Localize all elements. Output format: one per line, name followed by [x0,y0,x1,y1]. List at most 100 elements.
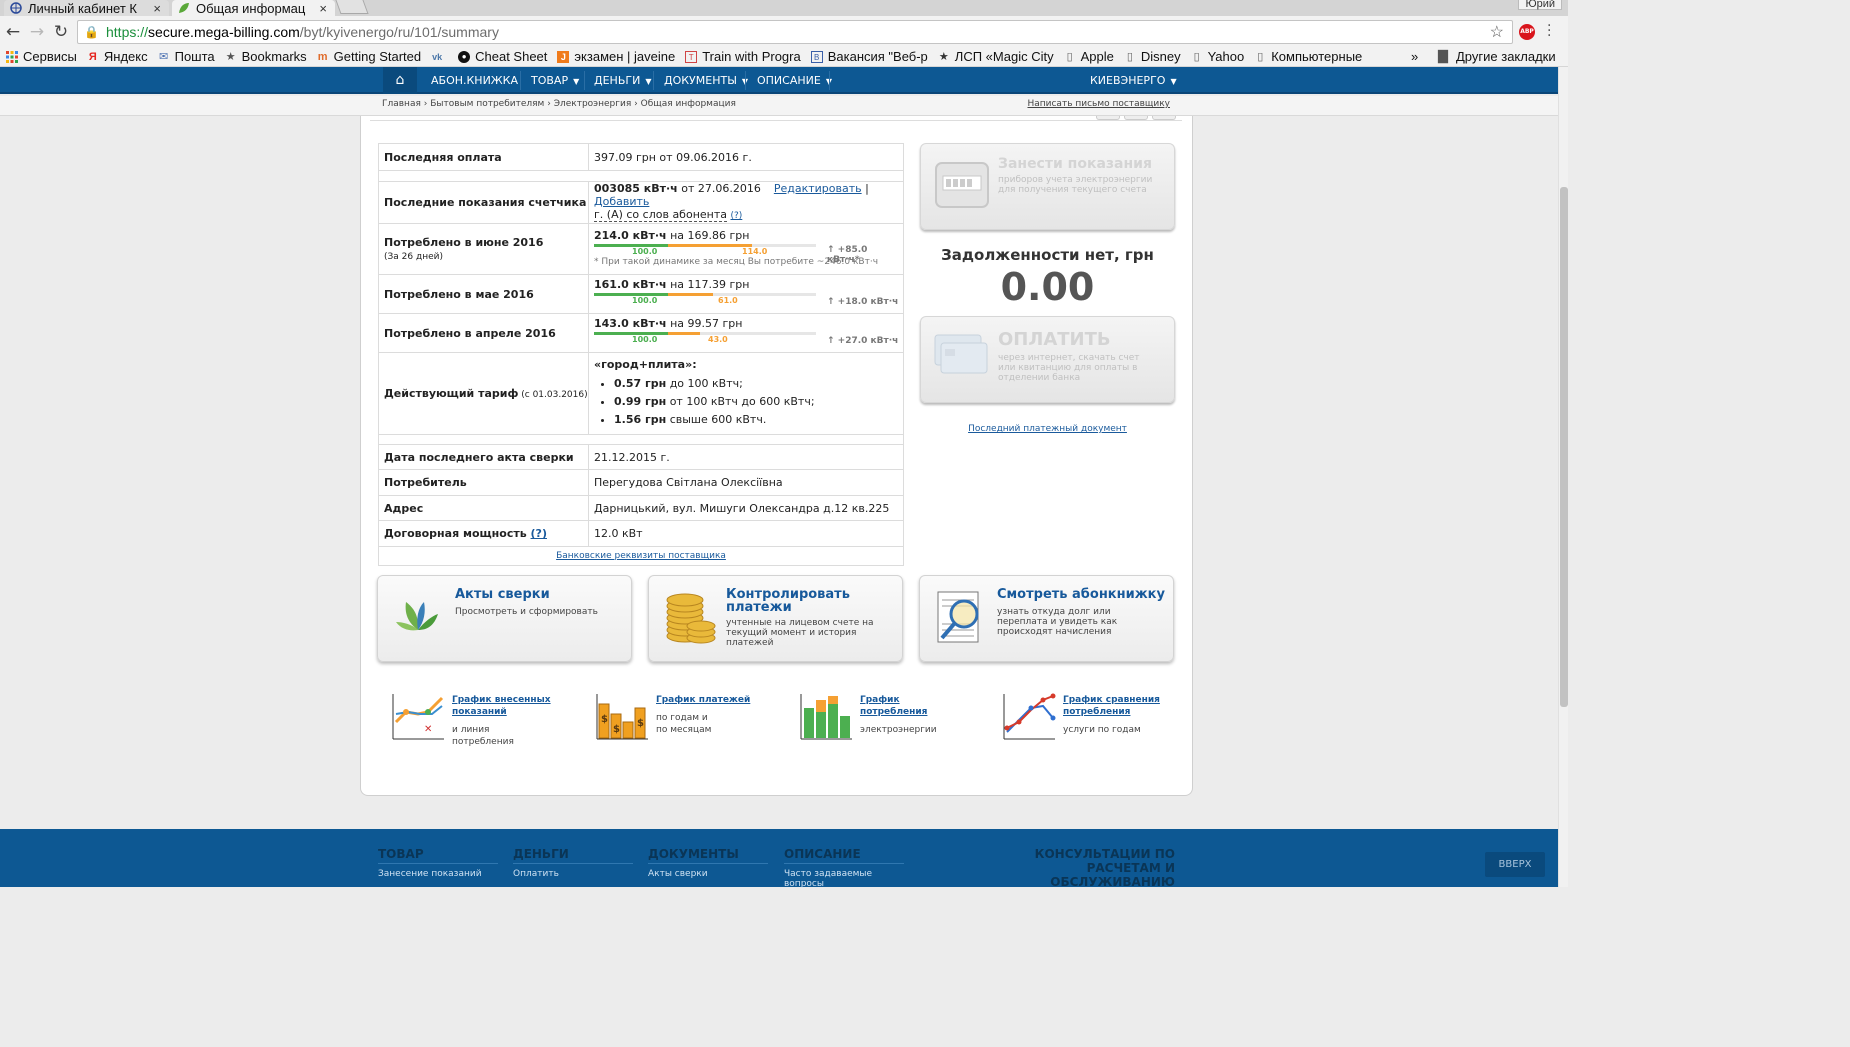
bookmark-getting-started[interactable]: m Getting Started [317,49,421,64]
bookmark-disney[interactable]: ▯ Disney [1124,49,1181,64]
list-item: 0.99 грн от 100 кВтч до 600 кВтч; [614,393,903,411]
breadcrumb-home[interactable]: Главная [382,99,421,109]
tab-title: Общая информац [196,0,306,16]
nav-divider [745,71,746,90]
browser-tab-summary[interactable]: Общая информац × [172,0,335,16]
forward-arrow-icon[interactable]: → [26,22,48,42]
spacer-cell [378,170,904,182]
nav-abon-book[interactable]: АБОН.КНИЖКА [431,67,518,94]
page-scrollbar[interactable] [1558,67,1568,887]
bar-orange-label: 43.0 [708,335,728,344]
graph-payments-link[interactable]: $ $ $ График платежей по годам и по месяца… [594,692,774,748]
breadcrumb-bar: Главная › Бытовым потребителям › Электро… [0,96,1558,116]
bookmark-yahoo[interactable]: ▯ Yahoo [1191,49,1245,64]
footer-link[interactable]: Занесение показаний [378,869,498,879]
graph-link-desc: услуги по годам [1063,725,1141,735]
bookmarks-overflow-button[interactable]: » [1411,49,1418,64]
consumption-delta: ↑ +85.0 кВт·ч* [827,245,868,265]
bookmark-label: Yahoo [1207,49,1245,64]
scroll-to-top-button[interactable]: ВВЕРХ [1485,852,1545,877]
address-bar[interactable]: 🔒 https://secure.mega-billing.com/byt/ky… [77,20,1513,44]
tile-payments[interactable]: Контролировать платежи учтенные на лицев… [648,575,903,662]
tile-abon-book[interactable]: Смотреть абонкнижку узнать откуда долг и… [919,575,1174,662]
last-reading-cell: 003085 кВт·ч от 27.06.2016 Редактировать… [588,181,904,224]
footer-link[interactable]: Акты сверки [648,869,768,879]
tile-desc: узнать откуда долг или переплата и увиде… [997,607,1118,637]
nav-documents[interactable]: ДОКУМЕНТЫ▼ [664,67,748,94]
nav-provider[interactable]: КИЕВЭНЕРГО ▼ [1090,67,1177,94]
add-reading-link[interactable]: Добавить [594,195,649,208]
tile-title: Контролировать платежи [726,587,850,615]
breadcrumb-household[interactable]: Бытовым потребителям [430,99,544,109]
graph-consumption-link[interactable]: График потребления электроэнергии [798,692,978,748]
scrollbar-thumb[interactable] [1560,187,1568,707]
breadcrumb-electricity[interactable]: Электроэнергия [554,99,632,109]
bookmark-bookmarks[interactable]: ★ Bookmarks [225,49,307,64]
consumption-month-label: Потреблено в июне 2016 [384,236,544,249]
footer-link[interactable]: Часто задаваемые вопросы [784,869,884,889]
close-tab-icon[interactable]: × [319,1,327,16]
footer-link[interactable]: Оплатить [513,869,633,879]
consumption-april-label: Потреблено в апреле 2016 [378,313,589,353]
magnifier-document-icon [937,591,979,643]
apps-grid-icon [6,50,18,63]
other-bookmarks-folder[interactable]: ▇ Другие закладки [1438,48,1556,64]
write-letter-link[interactable]: Написать письмо поставщику [1027,99,1170,109]
yandex-icon: Я [88,50,97,63]
last-payment-doc-link[interactable]: Последний платежный документ [968,424,1127,434]
table-spacer [378,434,904,445]
consumption-sum: на 169.86 грн [666,229,750,242]
reading-source: г. (А) со слов абонента [594,208,727,222]
profile-button[interactable]: Юрий [1518,0,1562,10]
bookmark-train[interactable]: T Train with Progra [685,49,801,64]
bookmark-javeine[interactable]: J экзамен | javeine [557,49,675,64]
bookmark-cheat-sheet[interactable]: ● Cheat Sheet [458,49,547,64]
nav-description[interactable]: ОПИСАНИЕ▼ [757,67,832,94]
bank-details-link[interactable]: Банковские реквизиты поставщика [556,551,726,561]
adblock-icon[interactable]: ABP [1519,24,1535,40]
graph-comparison-link[interactable]: График сравнения потребления услуги по г… [1001,692,1181,748]
panel-tool-button[interactable] [1096,116,1120,120]
bookmark-yandex[interactable]: Я Яндекс [87,49,148,64]
power-help-link[interactable]: (?) [531,527,547,540]
panel-tool-button[interactable] [1152,116,1176,120]
bookmark-magic-city[interactable]: ★ ЛСП «Magic City [938,49,1054,64]
payments-chart-icon: $ $ $ [596,694,648,740]
bookmark-label: Вакансия "Веб-р [827,49,928,64]
graph-readings-link[interactable]: ✕ График внесенных показаний и линия пот… [390,692,570,748]
home-icon[interactable]: ⌂ [383,67,417,94]
nav-divider [653,71,654,90]
new-tab-button[interactable] [335,0,369,14]
consumption-delta: ↑ +18.0 кВт·ч [827,297,899,307]
browser-tab-cabinet[interactable]: Личный кабинет К × [4,0,169,16]
nav-label: АБОН.КНИЖКА [431,74,518,87]
nav-label: ОПИСАНИЕ [757,74,821,87]
bookmark-computers[interactable]: ▯ Компьютерные [1254,49,1362,64]
bookmark-apple[interactable]: ▯ Apple [1064,49,1114,64]
panel-tool-button[interactable] [1124,116,1148,120]
last-payment-value: 397.09 грн от 09.06.2016 г. [588,143,904,171]
reload-icon[interactable]: ↻ [50,22,72,42]
comparison-chart-icon [1003,693,1056,740]
tile-reconciliation[interactable]: Акты сверки Просмотреть и сформировать [377,575,632,662]
tariff-desc: от 100 кВтч до 600 кВтч; [666,395,815,408]
breadcrumb-summary[interactable]: Общая информация [641,99,736,109]
enter-readings-button[interactable]: Занести показания приборов учета электро… [920,143,1175,230]
browser-menu-icon[interactable]: · · · [1547,19,1551,43]
bookmark-star-icon[interactable]: ☆ [1490,22,1504,42]
tile-desc: учтенные на лицевом счете на текущий мом… [726,618,874,648]
close-tab-icon[interactable]: × [153,1,161,16]
reading-help-link[interactable]: (?) [731,211,743,221]
bookmark-services[interactable]: Сервисы [6,49,77,64]
bookmark-label: экзамен | javeine [574,49,676,64]
nav-goods[interactable]: ТОВАР ▼ [531,67,579,94]
bookmark-mail[interactable]: ✉ Пошта [158,49,215,64]
nav-money[interactable]: ДЕНЬГИ ▼ [594,67,651,94]
pay-button[interactable]: ОПЛАТИТЬ через интернет, скачать счет ил… [920,316,1175,403]
bookmarks-bar: Сервисы Я Яндекс ✉ Пошта ★ Bookmarks m G… [0,47,1568,67]
edit-reading-link[interactable]: Редактировать [774,182,862,195]
bookmark-vacancy[interactable]: B Вакансия "Веб-р [810,49,928,64]
bookmark-vk[interactable]: vk [431,51,448,63]
browser-tab-bar: Личный кабинет К × Общая информац × Юрий [0,0,1568,16]
back-arrow-icon[interactable]: ← [2,22,24,42]
